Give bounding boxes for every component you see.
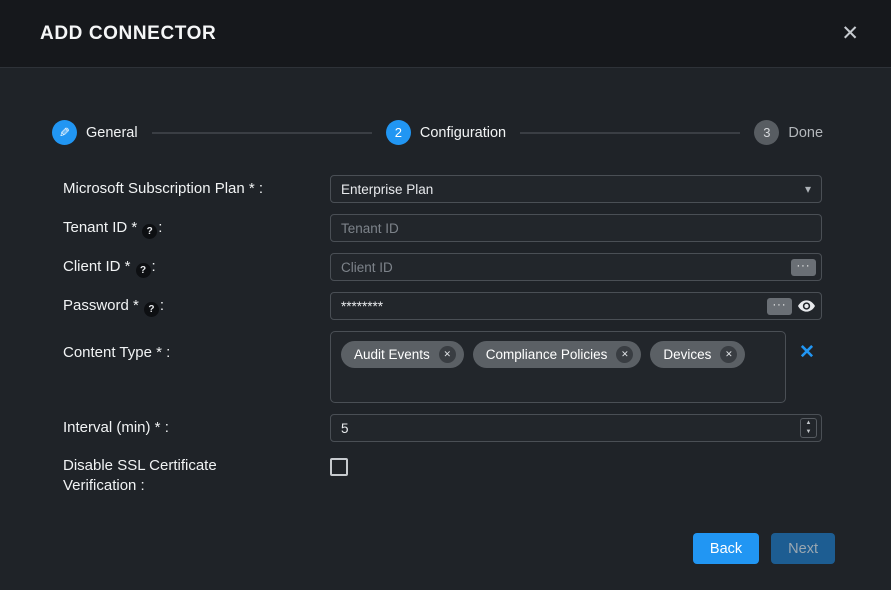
step-connector	[520, 132, 740, 134]
next-button[interactable]: Next	[771, 533, 835, 564]
back-button[interactable]: Back	[693, 533, 759, 564]
help-icon[interactable]: ?	[136, 263, 151, 278]
client-id-input[interactable]	[330, 253, 822, 281]
step-configuration-circle: 2	[386, 120, 411, 145]
client-id-more-button[interactable]: ···	[791, 259, 816, 276]
pencil-icon: ✎	[59, 125, 70, 141]
step-connector	[152, 132, 372, 134]
subscription-plan-value: Enterprise Plan	[341, 182, 433, 197]
show-password-toggle[interactable]	[798, 300, 815, 312]
interval-label: Interval (min) * :	[63, 418, 330, 438]
subscription-plan-row: Microsoft Subscription Plan * : Enterpri…	[63, 175, 822, 203]
tag-label: Devices	[663, 347, 711, 362]
ssl-checkbox[interactable]	[330, 458, 348, 476]
subscription-plan-select[interactable]: Enterprise Plan ▾	[330, 175, 822, 203]
help-icon[interactable]: ?	[144, 302, 159, 317]
client-id-row: Client ID *?: ···	[63, 253, 822, 281]
stepper-down-icon[interactable]: ▼	[801, 428, 816, 437]
step-done[interactable]: 3 Done	[754, 120, 823, 145]
subscription-plan-label: Microsoft Subscription Plan * :	[63, 179, 330, 199]
tag-label: Compliance Policies	[486, 347, 608, 362]
tag-remove-icon[interactable]: ✕	[616, 346, 633, 363]
interval-row: Interval (min) * : ▲ ▼	[63, 414, 822, 442]
wizard-steps: ✎ General 2 Configuration 3 Done	[52, 120, 823, 145]
password-row: Password *?: ···	[63, 292, 822, 320]
step-done-circle: 3	[754, 120, 779, 145]
step-configuration[interactable]: 2 Configuration	[386, 120, 506, 145]
help-icon[interactable]: ?	[142, 224, 157, 239]
tenant-id-input[interactable]	[330, 214, 822, 242]
tag-remove-icon[interactable]: ✕	[439, 346, 456, 363]
modal-footer: Back Next	[0, 533, 891, 590]
chevron-down-icon: ▾	[805, 182, 811, 196]
step-configuration-label: Configuration	[420, 125, 506, 141]
content-type-label: Content Type * :	[63, 331, 330, 363]
content-type-tag: Compliance Policies ✕	[473, 341, 642, 368]
password-label: Password *?:	[63, 296, 330, 317]
password-more-button[interactable]: ···	[767, 298, 792, 315]
stepper-up-icon[interactable]: ▲	[801, 419, 816, 428]
content-type-tag: Audit Events ✕	[341, 341, 464, 368]
step-general[interactable]: ✎ General	[52, 120, 138, 145]
eye-icon	[798, 300, 815, 312]
page-title: ADD CONNECTOR	[40, 23, 216, 45]
content-type-multiselect[interactable]: Audit Events ✕ Compliance Policies ✕ Dev…	[330, 331, 786, 403]
content-type-tag: Devices ✕	[650, 341, 745, 368]
content-type-row: Content Type * : Audit Events ✕ Complian…	[63, 331, 822, 403]
close-button[interactable]: ✕	[837, 19, 863, 48]
step-done-label: Done	[788, 125, 823, 141]
ssl-label: Disable SSL Certificate Verification :	[63, 456, 330, 495]
add-connector-modal: ADD CONNECTOR ✕ ✎ General 2 Configuratio…	[0, 0, 891, 590]
close-icon: ✕	[841, 22, 859, 45]
step-general-circle: ✎	[52, 120, 77, 145]
tenant-id-row: Tenant ID *?:	[63, 214, 822, 242]
ellipsis-icon: ···	[773, 299, 787, 311]
ellipsis-icon: ···	[797, 260, 811, 272]
client-id-label: Client ID *?:	[63, 257, 330, 278]
modal-header: ADD CONNECTOR ✕	[0, 0, 891, 68]
tag-remove-icon[interactable]: ✕	[720, 346, 737, 363]
clear-all-icon[interactable]: ✕	[799, 343, 815, 362]
connector-form: Microsoft Subscription Plan * : Enterpri…	[0, 175, 891, 533]
tag-label: Audit Events	[354, 347, 430, 362]
tenant-id-label: Tenant ID *?:	[63, 218, 330, 239]
ssl-row: Disable SSL Certificate Verification :	[63, 456, 822, 495]
interval-input[interactable]	[330, 414, 822, 442]
step-general-label: General	[86, 125, 138, 141]
interval-stepper: ▲ ▼	[800, 418, 817, 438]
password-input[interactable]	[330, 292, 822, 320]
